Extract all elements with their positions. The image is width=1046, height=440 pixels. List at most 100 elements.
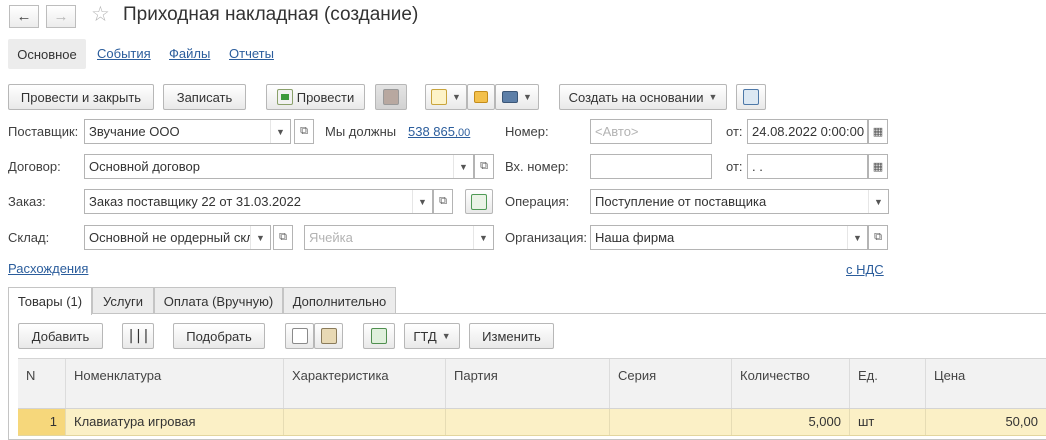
tab-reports[interactable]: Отчеты [229, 46, 274, 61]
barcode-button[interactable]: ||| [122, 323, 154, 349]
organization-field[interactable]: Наша фирма ▼ [590, 225, 868, 250]
tab-payment[interactable]: Оплата (Вручную) [154, 287, 283, 314]
in-number-field[interactable] [590, 154, 712, 179]
column-characteristic[interactable]: Характеристика [284, 359, 446, 408]
column-batch[interactable]: Партия [446, 359, 610, 408]
open-organization-button[interactable]: ⧉ [868, 225, 888, 250]
in-date-field[interactable]: . . [747, 154, 868, 179]
forward-button[interactable]: → [46, 5, 76, 28]
contract-label: Договор: [8, 159, 61, 174]
copy-icon [291, 328, 308, 344]
star-icon[interactable]: ☆ [91, 3, 110, 27]
order-field[interactable]: Заказ поставщику 22 от 31.03.2022 ▼ [84, 189, 433, 214]
number-label: Номер: [505, 124, 549, 139]
chevron-down-icon[interactable]: ▼ [270, 120, 290, 143]
column-n[interactable]: N [18, 359, 66, 408]
open-supplier-button[interactable]: ⧉ [294, 119, 314, 144]
chevron-down-icon[interactable]: ▼ [868, 190, 888, 213]
warehouse-field[interactable]: Основной не ордерный скл ▼ [84, 225, 271, 250]
number-placeholder: <Авто> [595, 124, 639, 139]
change-button[interactable]: Изменить [469, 323, 554, 349]
tab-additional[interactable]: Дополнительно [283, 287, 396, 314]
cell-series[interactable] [610, 409, 732, 435]
warehouse-value: Основной не ордерный скл [89, 230, 250, 245]
post-and-close-button[interactable]: Провести и закрыть [8, 84, 154, 110]
attachment-menu-button[interactable]: ▼ [425, 84, 467, 110]
table-settings-button[interactable] [363, 323, 395, 349]
copy-button[interactable] [285, 323, 314, 349]
tab-events[interactable]: События [97, 46, 151, 61]
order-label: Заказ: [8, 194, 46, 209]
column-price[interactable]: Цена [926, 359, 1046, 408]
open-window-icon: ⧉ [279, 231, 287, 243]
tab-files[interactable]: Файлы [169, 46, 210, 61]
debt-amount-link[interactable]: 538 865,00 [408, 124, 470, 139]
supplier-label: Поставщик: [8, 124, 79, 139]
tab-main[interactable]: Основное [8, 39, 86, 69]
paste-button[interactable] [314, 323, 343, 349]
cell-n[interactable]: 1 [18, 409, 66, 435]
chevron-down-icon: ▼ [441, 331, 451, 341]
fill-from-order-button[interactable] [465, 189, 493, 214]
date-picker-button[interactable]: ▦ [868, 119, 888, 144]
date-value: 24.08.2022 0:00:00 [752, 124, 865, 139]
column-nomenclature[interactable]: Номенклатура [66, 359, 284, 408]
email-button[interactable] [467, 84, 495, 110]
arrow-right-icon: → [53, 8, 69, 25]
cell-batch[interactable] [446, 409, 610, 435]
number-field[interactable]: <Авто> [590, 119, 712, 144]
create-based-on-button[interactable]: Создать на основании ▼ [559, 84, 727, 110]
cell-unit[interactable]: шт [850, 409, 926, 435]
cell-characteristic[interactable] [284, 409, 446, 435]
operation-field[interactable]: Поступление от поставщика ▼ [590, 189, 889, 214]
open-warehouse-button[interactable]: ⧉ [273, 225, 293, 250]
chevron-down-icon[interactable]: ▼ [412, 190, 432, 213]
contract-value: Основной договор [89, 159, 200, 174]
open-order-button[interactable]: ⧉ [433, 189, 453, 214]
date-field[interactable]: 24.08.2022 0:00:00 [747, 119, 868, 144]
vat-link[interactable]: с НДС [846, 262, 884, 277]
table-row[interactable]: 1 Клавиатура игровая 5,000 шт 50,00 [18, 409, 1046, 436]
chevron-down-icon: ▼ [708, 92, 718, 102]
post-document-icon [276, 89, 293, 105]
in-number-label: Вх. номер: [505, 159, 569, 174]
contract-field[interactable]: Основной договор ▼ [84, 154, 474, 179]
open-contract-button[interactable]: ⧉ [474, 154, 494, 179]
organization-label: Организация: [505, 230, 588, 245]
cell-placeholder: Ячейка [309, 230, 353, 245]
open-window-icon: ⧉ [439, 195, 447, 207]
column-unit[interactable]: Ед. [850, 359, 926, 408]
cell-field[interactable]: Ячейка ▼ [304, 225, 494, 250]
structure-button[interactable] [736, 84, 766, 110]
arrow-left-icon: ← [16, 8, 32, 25]
add-row-button[interactable]: Добавить [18, 323, 103, 349]
print-button[interactable]: ▼ [495, 84, 539, 110]
archive-button[interactable] [375, 84, 407, 110]
table-icon [371, 328, 387, 344]
tab-goods[interactable]: Товары (1) [8, 287, 92, 315]
barcode-icon: ||| [126, 328, 150, 344]
cell-price[interactable]: 50,00 [926, 409, 1046, 435]
debt-cents: ,00 [455, 127, 471, 139]
post-button[interactable]: Провести [266, 84, 365, 110]
cell-nomenclature[interactable]: Клавиатура игровая [66, 409, 284, 435]
in-date-picker-button[interactable]: ▦ [868, 154, 888, 179]
chevron-down-icon[interactable]: ▼ [473, 226, 493, 249]
chevron-down-icon[interactable]: ▼ [250, 226, 270, 249]
back-button[interactable]: ← [9, 5, 39, 28]
column-quantity[interactable]: Количество [732, 359, 850, 408]
tab-services[interactable]: Услуги [92, 287, 154, 314]
column-series[interactable]: Серия [610, 359, 732, 408]
post-button-label: Провести [296, 89, 355, 105]
supplier-field[interactable]: Звучание ООО ▼ [84, 119, 291, 144]
pick-button[interactable]: Подобрать [173, 323, 265, 349]
discrepancies-link[interactable]: Расхождения [8, 261, 88, 276]
cell-quantity[interactable]: 5,000 [732, 409, 850, 435]
save-button[interactable]: Записать [163, 84, 246, 110]
gtd-button[interactable]: ГТД ▼ [404, 323, 460, 349]
chevron-down-icon[interactable]: ▼ [847, 226, 867, 249]
hierarchy-icon [743, 89, 759, 105]
paste-icon [320, 328, 337, 344]
supplier-value: Звучание ООО [89, 124, 180, 139]
chevron-down-icon[interactable]: ▼ [453, 155, 473, 178]
